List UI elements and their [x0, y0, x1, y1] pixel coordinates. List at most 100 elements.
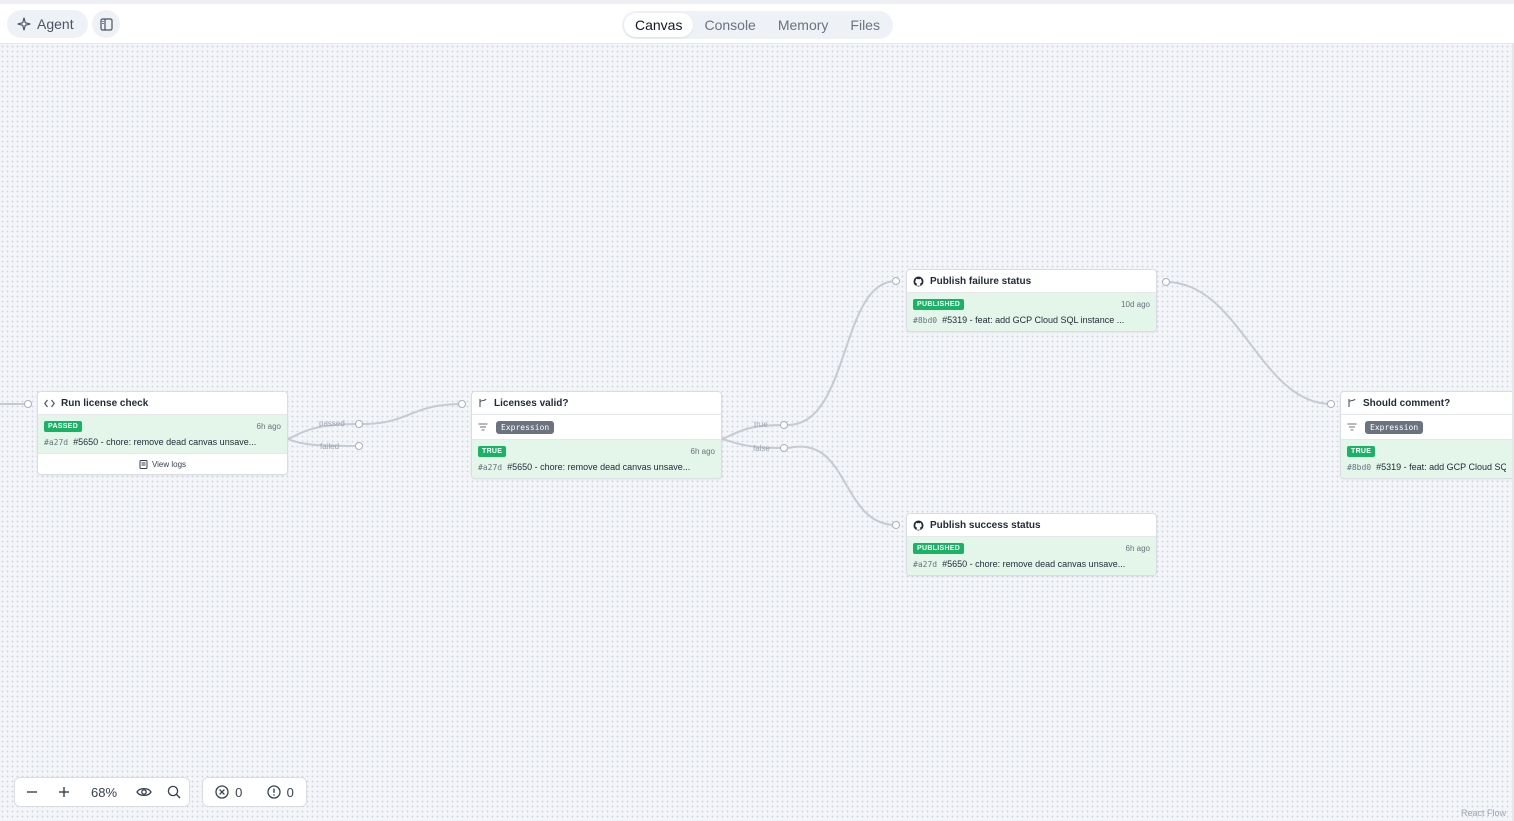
- agent-label: Agent: [37, 16, 74, 32]
- view-tabs: Canvas Console Memory Files: [622, 11, 893, 39]
- tab-memory[interactable]: Memory: [767, 13, 840, 37]
- edge-false-to-success: [787, 445, 897, 526]
- sparkle-icon: [17, 17, 31, 31]
- status-badge: TRUE: [478, 446, 507, 457]
- status-badge: PUBLISHED: [913, 299, 965, 310]
- node-title: Should comment?: [1363, 397, 1451, 409]
- node-status-area: PASSED 6h ago #a27d #5650 - chore: remove…: [38, 415, 287, 453]
- sidebar-panel-icon: [99, 17, 113, 31]
- eye-icon: [136, 787, 152, 797]
- node-status-area: TRUE 6h ago #a27d #5650 - chore: remove d…: [472, 440, 721, 478]
- error-count: 0: [235, 784, 243, 800]
- node-title: Publish failure status: [930, 275, 1032, 287]
- commit-sha: #8bd0: [1347, 463, 1372, 472]
- edge-label-false: false: [753, 444, 770, 453]
- handle-licenses-input[interactable]: [458, 400, 466, 408]
- workflow-canvas[interactable]: passed failed true false Run license che…: [0, 44, 1512, 821]
- expression-pill[interactable]: Expression: [1365, 420, 1424, 434]
- code-icon: [44, 399, 55, 407]
- node-expression-row: Expression: [1341, 415, 1512, 440]
- search-button[interactable]: [159, 778, 189, 806]
- node-header: Licenses valid?: [472, 392, 721, 415]
- search-icon: [167, 785, 181, 799]
- error-circle-icon: [215, 785, 229, 799]
- node-publish-success-status[interactable]: Publish success status PUBLISHED 6h ago …: [906, 513, 1157, 576]
- status-badge: PASSED: [44, 421, 83, 432]
- node-expression-row: Expression: [472, 415, 721, 440]
- node-licenses-valid[interactable]: Licenses valid? Expression TRUE 6h ago #…: [471, 391, 722, 479]
- tab-canvas[interactable]: Canvas: [624, 13, 694, 37]
- handle-passed[interactable]: [355, 420, 363, 428]
- node-title: Licenses valid?: [494, 397, 569, 409]
- toggle-visibility-button[interactable]: [129, 778, 159, 806]
- handle-comment-input[interactable]: [1327, 400, 1335, 408]
- error-counter[interactable]: 0: [215, 785, 242, 800]
- commit-sha: #a27d: [913, 560, 938, 569]
- filter-icon: [478, 423, 488, 431]
- commit-sha: #8bd0: [913, 316, 938, 325]
- tab-files[interactable]: Files: [839, 13, 891, 37]
- commit-message: #5319 - feat: add GCP Cloud SQL instance…: [942, 315, 1125, 325]
- issue-counters: 0 0: [202, 777, 307, 807]
- zoom-out-button[interactable]: [15, 778, 49, 806]
- edge-label-true: true: [754, 420, 768, 429]
- node-header: Publish failure status: [907, 270, 1156, 293]
- commit-message: #5650 - chore: remove dead canvas unsave…: [942, 559, 1126, 569]
- edge-label-failed: failed: [320, 442, 340, 451]
- view-logs-label: View logs: [151, 459, 187, 469]
- handle-true[interactable]: [780, 421, 788, 429]
- github-icon: [913, 520, 924, 530]
- logs-icon: [139, 459, 148, 469]
- tab-console[interactable]: Console: [693, 13, 766, 37]
- expression-pill[interactable]: Expression: [496, 420, 555, 434]
- toggle-sidebar-button[interactable]: [92, 10, 120, 38]
- edge-failure-to-comment: [1165, 281, 1332, 405]
- commit-message: #5319 - feat: add GCP Cloud SQL instance…: [1376, 462, 1506, 472]
- github-icon: [913, 276, 924, 286]
- timestamp: 6h ago: [256, 422, 281, 431]
- zoom-level[interactable]: 68%: [79, 778, 129, 806]
- commit-message: #5650 - chore: remove dead canvas unsave…: [73, 437, 257, 447]
- handle-failure-input[interactable]: [892, 277, 900, 285]
- node-status-area: TRUE #8bd0 #5319 - feat: add GCP Cloud SQ…: [1341, 440, 1512, 478]
- node-header: Run license check: [38, 392, 287, 415]
- handle-false[interactable]: [780, 444, 788, 452]
- agent-button[interactable]: Agent: [7, 10, 88, 38]
- minus-icon: [27, 791, 37, 793]
- node-should-comment[interactable]: Should comment? Expression TRUE #8bd0 #53…: [1340, 391, 1512, 479]
- commit-sha: #a27d: [478, 463, 503, 472]
- handle-success-input[interactable]: [892, 521, 900, 529]
- handle-run-input[interactable]: [24, 400, 32, 408]
- commit-sha: #a27d: [44, 438, 69, 447]
- node-title: Publish success status: [930, 519, 1041, 531]
- react-flow-attribution[interactable]: React Flow: [1461, 808, 1506, 818]
- handle-failure-output[interactable]: [1162, 278, 1170, 286]
- node-header: Publish success status: [907, 514, 1156, 537]
- filter-icon: [1347, 423, 1357, 431]
- zoom-in-button[interactable]: [49, 778, 79, 806]
- timestamp: 6h ago: [1125, 544, 1150, 553]
- node-run-license-check[interactable]: Run license check PASSED 6h ago #a27d #56…: [37, 391, 288, 475]
- timestamp: 6h ago: [690, 447, 715, 456]
- status-badge: PUBLISHED: [913, 543, 965, 554]
- top-bar: Agent Canvas Console Memory Files: [0, 0, 1514, 44]
- branch-icon: [479, 398, 487, 407]
- node-publish-failure-status[interactable]: Publish failure status PUBLISHED 10d ago…: [906, 269, 1157, 332]
- edge-passed-to-licenses: [361, 403, 463, 425]
- edge-label-passed: passed: [319, 419, 345, 428]
- node-status-area: PUBLISHED 10d ago #8bd0 #5319 - feat: add…: [907, 293, 1156, 331]
- timestamp: 10d ago: [1121, 300, 1150, 309]
- warning-counter[interactable]: 0: [266, 784, 294, 800]
- commit-message: #5650 - chore: remove dead canvas unsave…: [507, 462, 691, 472]
- node-title: Run license check: [61, 397, 149, 409]
- branch-icon: [1348, 398, 1356, 407]
- plus-icon: [59, 787, 69, 797]
- warning-circle-icon: [266, 785, 281, 799]
- edge-licenses-to-true: [721, 424, 785, 440]
- warning-count: 0: [286, 784, 294, 800]
- node-header: Should comment?: [1341, 392, 1512, 415]
- view-logs-button[interactable]: View logs: [38, 453, 287, 474]
- handle-failed[interactable]: [355, 442, 363, 450]
- node-status-area: PUBLISHED 6h ago #a27d #5650 - chore: rem…: [907, 537, 1156, 575]
- edge-true-to-failure: [787, 280, 897, 426]
